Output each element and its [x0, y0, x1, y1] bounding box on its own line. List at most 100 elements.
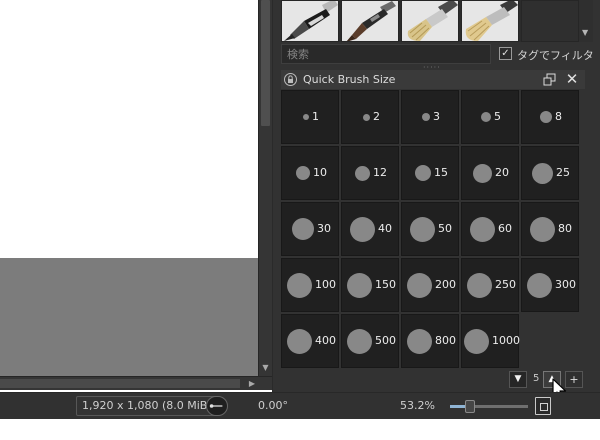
- brush-size-400[interactable]: 400: [281, 314, 339, 368]
- filter-by-tag-checkbox[interactable]: ✓: [499, 47, 512, 60]
- brush-dot-icon: [422, 113, 430, 121]
- brush-dot-icon: [473, 164, 492, 183]
- brush-size-label: 80: [558, 222, 572, 235]
- brush-size-label: 30: [317, 222, 331, 235]
- presets-scrollbar[interactable]: ▼: [579, 0, 593, 42]
- brush-dot-icon: [467, 273, 492, 298]
- brush-size-20[interactable]: 20: [461, 146, 519, 200]
- size-down-button[interactable]: ▼: [509, 371, 527, 388]
- brush-size-8[interactable]: 8: [521, 90, 579, 144]
- brush-size-label: 400: [315, 334, 336, 347]
- brush-size-label: 60: [498, 222, 512, 235]
- preset-search-row: ✓ タグでフィルタ: [281, 44, 594, 64]
- quick-brush-size-titlebar: Quick Brush Size ✕: [281, 70, 585, 89]
- brush-size-200[interactable]: 200: [401, 258, 459, 312]
- brush-size-label: 10: [313, 166, 327, 179]
- filter-by-tag-label: タグでフィルタ: [517, 49, 594, 62]
- brush-preset-icon[interactable]: [461, 0, 519, 42]
- brush-dot-icon: [407, 273, 432, 298]
- brush-dot-icon: [363, 114, 370, 121]
- brush-preset-icon[interactable]: [401, 0, 459, 42]
- brush-dot-icon: [303, 114, 309, 120]
- brush-size-30[interactable]: 30: [281, 202, 339, 256]
- brush-dot-icon: [464, 329, 489, 354]
- brush-dot-icon: [410, 217, 435, 242]
- brush-size-50[interactable]: 50: [401, 202, 459, 256]
- brush-size-label: 300: [555, 278, 576, 291]
- brush-size-150[interactable]: 150: [341, 258, 399, 312]
- status-bar: 1,920 x 1,080 (8.0 MiB) 0.00° 53.2%: [0, 392, 600, 419]
- zoom-slider-handle[interactable]: [464, 400, 475, 413]
- brush-size-100[interactable]: 100: [281, 258, 339, 312]
- canvas-area[interactable]: [0, 0, 258, 258]
- brush-size-label: 3: [433, 110, 440, 123]
- brush-size-grid: 1 2 3 5 8 10 12 15 20 25 30 40 50 60 80 100 150 200 250 300…: [281, 90, 579, 368]
- right-dock: ▼ ✓ タグでフィルタ ····· Quick Brush Size ✕ 123…: [272, 0, 600, 392]
- close-icon[interactable]: ✕: [565, 71, 579, 87]
- brush-size-12[interactable]: 12: [341, 146, 399, 200]
- brush-dot-icon: [355, 166, 370, 181]
- vertical-scroll-thumb[interactable]: [261, 0, 270, 126]
- brush-preset-icon[interactable]: [281, 0, 339, 42]
- scroll-down-icon[interactable]: ▼: [260, 362, 271, 374]
- brush-size-label: 8: [555, 110, 562, 123]
- brush-preset-icon[interactable]: [341, 0, 399, 42]
- brush-presets-strip: [281, 0, 579, 42]
- document-size-button[interactable]: 1,920 x 1,080 (8.0 MiB): [76, 396, 218, 416]
- brush-size-25[interactable]: 25: [521, 146, 579, 200]
- canvas-vertical-scrollbar[interactable]: ▼: [258, 0, 272, 376]
- brush-dot-icon: [287, 273, 312, 298]
- float-icon[interactable]: [543, 73, 556, 86]
- brush-size-40[interactable]: 40: [341, 202, 399, 256]
- brush-size-800[interactable]: 800: [401, 314, 459, 368]
- scroll-down-icon[interactable]: ▼: [582, 28, 588, 37]
- brush-dot-icon: [347, 329, 372, 354]
- rotation-icon[interactable]: [206, 396, 228, 416]
- brush-dot-icon: [287, 329, 312, 354]
- brush-size-label: 500: [375, 334, 396, 347]
- brush-size-15[interactable]: 15: [401, 146, 459, 200]
- docker-resize-grip[interactable]: ·····: [423, 64, 443, 72]
- brush-size-5[interactable]: 5: [461, 90, 519, 144]
- brush-size-1[interactable]: 1: [281, 90, 339, 144]
- brush-dot-icon: [415, 165, 431, 181]
- zoom-value: 53.2%: [400, 399, 435, 412]
- rotation-value: 0.00°: [258, 399, 288, 412]
- brush-size-label: 100: [315, 278, 336, 291]
- search-input[interactable]: [281, 44, 491, 64]
- brush-size-label: 15: [434, 166, 448, 179]
- zoom-slider[interactable]: [450, 405, 528, 408]
- brush-size-80[interactable]: 80: [521, 202, 579, 256]
- brush-size-label: 200: [435, 278, 456, 291]
- brush-size-250[interactable]: 250: [461, 258, 519, 312]
- brush-size-label: 50: [438, 222, 452, 235]
- window-bottom-margin: [0, 419, 600, 440]
- size-value: 5: [533, 373, 540, 384]
- brush-dot-icon: [470, 217, 495, 242]
- brush-dot-icon: [540, 111, 552, 123]
- brush-dot-icon: [530, 217, 555, 242]
- canvas-background: [0, 258, 258, 376]
- lock-icon[interactable]: [284, 73, 297, 86]
- brush-size-label: 2: [373, 110, 380, 123]
- brush-size-300[interactable]: 300: [521, 258, 579, 312]
- brush-dot-icon: [347, 273, 372, 298]
- scroll-right-icon[interactable]: ▶: [246, 377, 258, 390]
- brush-dot-icon: [527, 273, 552, 298]
- brush-size-10[interactable]: 10: [281, 146, 339, 200]
- brush-size-label: 800: [435, 334, 456, 347]
- brush-preset-icon[interactable]: [521, 0, 579, 42]
- brush-size-60[interactable]: 60: [461, 202, 519, 256]
- brush-dot-icon: [292, 218, 314, 240]
- brush-size-1000[interactable]: 1000: [461, 314, 520, 368]
- canvas-horizontal-scrollbar[interactable]: ▶: [0, 376, 272, 390]
- brush-size-label: 12: [373, 166, 387, 179]
- brush-size-500[interactable]: 500: [341, 314, 399, 368]
- krita-window: ▼ ▶ ▼ 検索 ✓ タグでフィルタ ····· Quick Brush Siz…: [0, 0, 600, 440]
- brush-dot-icon: [296, 166, 310, 180]
- brush-size-label: 40: [378, 222, 392, 235]
- horizontal-scroll-thumb[interactable]: [0, 379, 240, 388]
- brush-size-3[interactable]: 3: [401, 90, 459, 144]
- fit-page-icon[interactable]: [535, 397, 551, 415]
- brush-size-2[interactable]: 2: [341, 90, 399, 144]
